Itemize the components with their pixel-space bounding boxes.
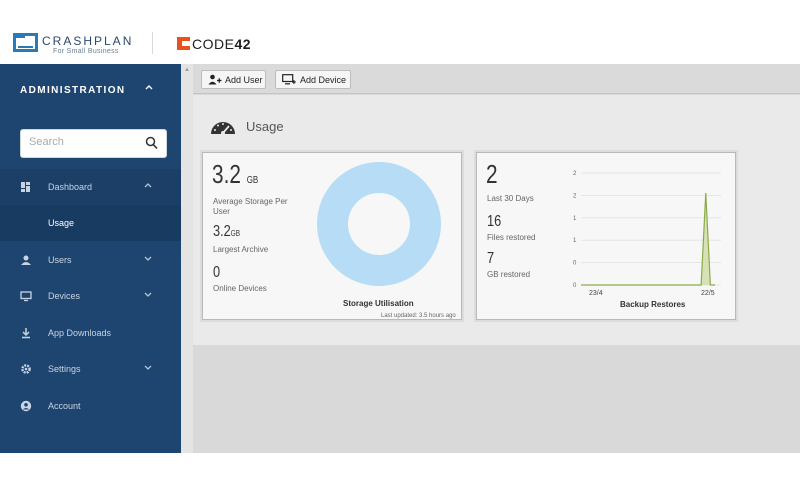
files-restored-label: Files restored [487,233,536,242]
chevron-up-icon[interactable] [144,82,154,95]
restores-label: Last 30 Days [487,194,534,203]
online-devices-value: 0 [213,264,221,281]
code42-word: CODE [192,36,235,52]
restores-chart-title: Backup Restores [620,300,686,309]
largest-archive-value: 3.2GB [213,223,240,241]
y-tick-label: 2 [573,193,577,199]
sidebar-item-label: Account [48,401,81,411]
sidebar-item-devices[interactable]: Devices [0,278,181,314]
scroll-up-icon[interactable]: ▲ [184,67,190,73]
chevron-down-icon [143,362,153,375]
avg-storage-value: 3.2 GB [212,159,258,190]
sidebar-item-label: Users [48,255,72,265]
sidebar-item-label: App Downloads [48,328,112,338]
crashplan-brand-subtitle: For Small Business [53,48,119,55]
code42-brand-name: CODE42 [192,36,251,52]
largest-archive-unit: GB [230,229,241,238]
add-user-button[interactable]: Add User [201,70,266,89]
y-tick-label: 1 [573,216,577,222]
search-icon[interactable] [145,136,158,150]
restores-area [581,193,715,285]
account-icon [20,400,32,412]
sidebar-item-settings[interactable]: Settings [0,351,181,387]
gb-restored-value: 7 [487,250,495,267]
avg-storage-label: Average Storage Per User [213,197,288,216]
y-tick-label: 2 [573,171,577,177]
add-device-button[interactable]: Add Device [275,70,351,89]
avg-storage-unit: GB [246,175,259,186]
dashboard-icon [20,181,32,193]
x-tick-label: 22/5 [701,290,715,297]
add-device-label: Add Device [300,75,347,85]
storage-chart-title: Storage Utilisation [343,299,414,308]
administration-header[interactable]: ADMINISTRATION [0,64,181,116]
sidebar: ADMINISTRATION Dashboard Usage Users [0,64,181,453]
scrollbar[interactable]: ▲ [181,64,193,453]
sidebar-item-dashboard[interactable]: Dashboard [0,169,181,205]
crashplan-logo-icon [13,33,38,52]
sidebar-item-label: Settings [48,364,81,374]
sidebar-item-usage[interactable]: Usage [0,205,181,241]
code42-number: 42 [234,36,252,52]
restores-value: 2 [486,159,498,189]
restores-card: 2 Last 30 Days 16 Files restored 7 GB re… [476,152,736,320]
last-updated-text: Last updated: 3.5 hours ago [381,313,456,319]
storage-donut-chart [317,162,441,286]
monitor-icon [20,290,32,302]
page-title: Usage [246,119,284,134]
sidebar-item-users[interactable]: Users [0,242,181,278]
code42-logo-icon [177,37,190,50]
administration-label: ADMINISTRATION [20,85,126,96]
files-restored-value: 16 [487,213,502,230]
content-area: Usage 3.2 GB Average Storage Per User 3.… [193,95,800,345]
largest-archive-number: 3.2 [213,223,231,240]
add-user-icon [208,74,222,87]
sidebar-item-app-downloads[interactable]: App Downloads [0,315,181,351]
y-tick-label: 0 [573,261,577,267]
chevron-up-icon [143,180,153,193]
gear-icon [20,363,32,375]
user-icon [20,254,32,266]
add-device-icon [282,74,296,87]
download-icon [20,327,32,339]
x-tick-label: 23/4 [589,290,603,297]
sidebar-item-label: Devices [48,291,81,301]
add-user-label: Add User [225,75,263,85]
main-panel: ▲ Add User Add Device Usage 3.2 GB Avera… [181,64,800,453]
speedometer-icon [209,118,237,136]
restores-line [581,192,715,286]
largest-archive-label: Largest Archive [213,245,269,254]
search-box [20,129,167,158]
top-header: CRASHPLAN For Small Business CODE42 [0,0,800,64]
sidebar-item-label: Dashboard [48,182,93,192]
y-tick-label: 1 [573,238,577,244]
storage-card: 3.2 GB Average Storage Per User 3.2GB La… [202,152,462,320]
crashplan-brand-name: CRASHPLAN [42,34,134,48]
sidebar-item-label: Usage [48,218,75,228]
toolbar: Add User Add Device [193,64,800,94]
chevron-down-icon [143,289,153,302]
header-divider [152,32,153,54]
y-tick-label: 0 [573,283,577,289]
avg-storage-number: 3.2 [212,159,241,189]
online-devices-label: Online Devices [213,284,267,293]
donut-slice [317,162,441,286]
backup-restores-chart: 0 0 1 1 2 2 23/4 22/5 [573,171,721,297]
sidebar-item-account[interactable]: Account [0,388,181,424]
search-input[interactable] [29,136,139,148]
gb-restored-label: GB restored [487,270,531,279]
chevron-down-icon [143,253,153,266]
content-footer-area [193,345,800,453]
